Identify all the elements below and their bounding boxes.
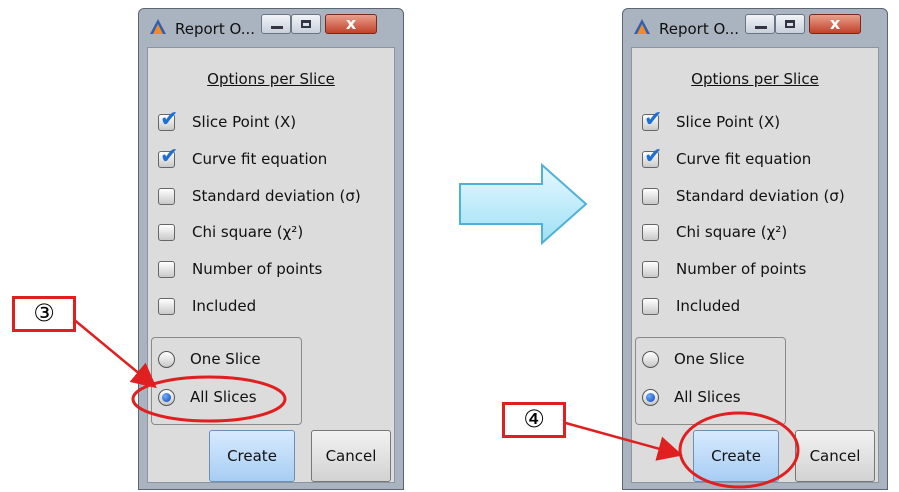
annotation-overlay <box>71 317 800 489</box>
step-callout-4: ④ <box>502 402 566 438</box>
step-callout-3: ③ <box>12 296 76 332</box>
highlight-all-slices <box>131 375 287 423</box>
pointer-to-create-button <box>561 420 683 461</box>
pointer-to-all-slices <box>71 317 157 389</box>
highlight-create-button <box>678 411 800 489</box>
